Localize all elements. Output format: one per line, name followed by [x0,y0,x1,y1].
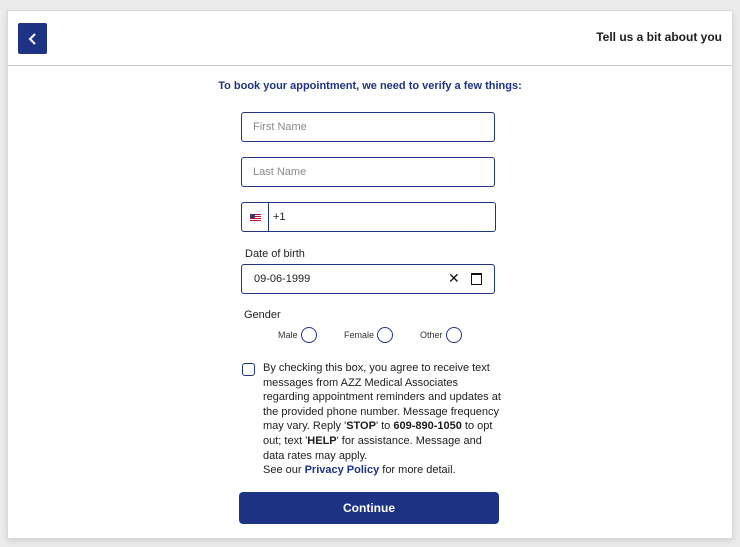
consent-help-keyword: HELP [307,434,337,447]
phone-input[interactable] [269,203,473,231]
gender-option-male[interactable]: Male [278,327,317,343]
page-title: Tell us a bit about you [596,30,722,44]
us-flag-icon [249,213,261,221]
gender-option-label: Other [420,330,443,340]
consent-phone-number: 609-890-1050 [393,420,462,433]
radio-female[interactable] [377,327,394,343]
first-name-field[interactable] [241,112,495,142]
calendar-icon[interactable] [471,273,482,285]
back-button[interactable] [18,23,47,54]
gender-option-female[interactable]: Female [344,327,394,343]
phone-field[interactable] [241,202,496,232]
continue-button[interactable]: Continue [239,492,499,524]
header-bar: Tell us a bit about you [8,11,732,66]
gender-option-label: Female [344,330,375,340]
close-icon[interactable]: ✕ [448,270,460,286]
gender-label: Gender [244,309,281,321]
consent-text: By checking this box, you agree to recei… [263,361,503,478]
last-name-field[interactable] [241,157,495,187]
gender-option-label: Male [278,330,298,340]
last-name-input[interactable] [242,158,483,186]
gender-option-other[interactable]: Other [420,327,462,343]
consent-part: for more detail. [379,464,456,477]
consent-checkbox[interactable] [242,363,255,376]
radio-male[interactable] [300,327,317,343]
dob-field[interactable]: 09-06-1999 ✕ [241,264,495,294]
dob-label: Date of birth [245,248,305,260]
country-selector[interactable] [242,203,269,231]
intro-text: To book your appointment, we need to ver… [218,80,522,92]
first-name-input[interactable] [242,113,483,141]
radio-other[interactable] [445,327,462,343]
privacy-policy-link[interactable]: Privacy Policy [305,464,380,476]
phone-input-wrap [269,203,473,231]
consent-part: ' to [375,420,394,433]
consent-part: See our [263,464,305,477]
chevron-left-icon [28,32,36,45]
form-card: Tell us a bit about you To book your app… [7,10,733,539]
dob-value[interactable]: 09-06-1999 [254,273,310,285]
consent-stop-keyword: STOP [346,420,376,433]
